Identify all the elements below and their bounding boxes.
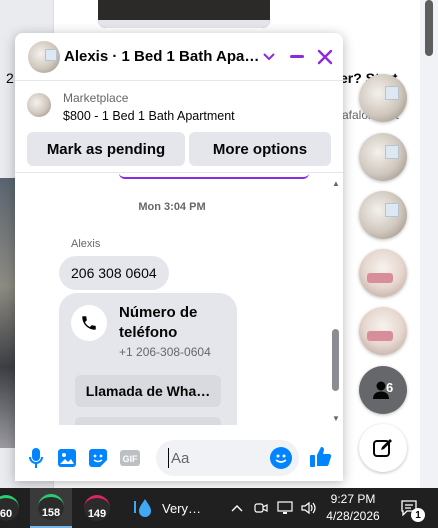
- phone-icon: [71, 305, 107, 341]
- listing-title[interactable]: $800 - 1 Bed 1 Bath Apartment: [63, 109, 235, 123]
- close-icon[interactable]: [313, 45, 337, 69]
- phone-card-title: Número de teléfono: [119, 304, 198, 341]
- chat-head-avatar[interactable]: [359, 133, 407, 181]
- network-icon[interactable]: [276, 488, 294, 528]
- background-post-image[interactable]: [98, 0, 270, 28]
- notification-center-button[interactable]: 1: [394, 488, 425, 528]
- clock-time: 9:27 PM: [330, 492, 376, 506]
- sticker-icon[interactable]: [87, 447, 109, 469]
- gauge-value: 158: [41, 507, 61, 519]
- svg-text:GIF: GIF: [123, 454, 139, 464]
- message-timestamp: Mon 3:04 PM: [138, 201, 206, 213]
- thumbs-up-icon[interactable]: [309, 445, 333, 469]
- microphone-icon[interactable]: [25, 447, 47, 469]
- gif-icon[interactable]: GIF: [119, 447, 141, 469]
- previous-message-bubble-edge: [119, 173, 309, 179]
- whatsapp-call-button[interactable]: Llamada de Wha…: [75, 375, 221, 407]
- minimize-icon[interactable]: [285, 45, 309, 69]
- weather-widget[interactable]: Very…: [132, 488, 212, 528]
- chat-head-avatar[interactable]: [359, 307, 407, 355]
- chevron-down-icon[interactable]: [257, 45, 281, 69]
- chat-head-avatar[interactable]: [359, 74, 407, 122]
- message-composer: GIF: [15, 435, 343, 481]
- message-bubble[interactable]: 206 308 0604: [59, 256, 169, 290]
- message-input-wrap[interactable]: [156, 440, 299, 476]
- background-photo: [0, 178, 15, 448]
- photo-icon[interactable]: [56, 447, 78, 469]
- background-text-fragment: 2: [6, 70, 14, 86]
- phone-card-second-action[interactable]: [75, 417, 221, 425]
- more-chats-button[interactable]: 6: [359, 366, 407, 414]
- more-options-button[interactable]: More options: [189, 132, 331, 166]
- chat-avatar[interactable]: [28, 40, 60, 73]
- phone-number-card: Número de teléfono +1 206-308-0604 Llama…: [59, 293, 237, 425]
- page-scrollbar-thumb[interactable]: [425, 0, 433, 56]
- more-chats-count: 6: [386, 380, 394, 395]
- new-message-button[interactable]: [359, 424, 407, 472]
- weather-text: Very…: [162, 500, 202, 516]
- listing-source: Marketplace: [63, 91, 129, 105]
- phone-card-number: +1 206-308-0604: [119, 345, 211, 359]
- gauge-value: 60: [0, 508, 13, 520]
- message-list[interactable]: Mon 3:04 PM Alexis 206 308 0604 Número d…: [15, 173, 343, 425]
- mark-as-pending-button[interactable]: Mark as pending: [27, 132, 185, 166]
- page-scrollbar[interactable]: [420, 0, 438, 488]
- message-scrollbar[interactable]: ▲ ▼: [329, 173, 343, 425]
- notification-count-badge: 1: [411, 508, 425, 522]
- chat-header[interactable]: Alexis · 1 Bed 1 Bath Apartment: [15, 33, 343, 81]
- clock-date: 4/28/2026: [326, 509, 380, 523]
- gauge-value: 149: [87, 508, 107, 520]
- message-input[interactable]: [168, 448, 264, 468]
- listing-thumbnail[interactable]: [27, 93, 51, 117]
- message-scrollbar-thumb[interactable]: [332, 329, 339, 391]
- taskbar-app-gauge[interactable]: 149: [76, 488, 118, 528]
- rain-drop-icon: [134, 499, 151, 517]
- chat-head-avatar[interactable]: [359, 249, 407, 297]
- chat-window: Alexis · 1 Bed 1 Bath Apartment Marketpl…: [15, 33, 343, 481]
- chat-head-avatar[interactable]: [359, 191, 407, 239]
- taskbar-app-gauge[interactable]: 60: [0, 488, 22, 528]
- compose-icon: [373, 439, 392, 457]
- scroll-up-arrow[interactable]: ▲: [332, 179, 340, 188]
- volume-icon[interactable]: [300, 488, 318, 528]
- marketplace-listing-bar: Marketplace $800 - 1 Bed 1 Bath Apartmen…: [15, 81, 343, 173]
- system-clock[interactable]: 9:27 PM 4/28/2026: [325, 491, 381, 525]
- taskbar-app-gauge[interactable]: 158: [30, 488, 72, 528]
- emoji-icon[interactable]: [270, 447, 292, 469]
- scroll-down-arrow[interactable]: ▼: [332, 414, 340, 423]
- windows-taskbar: 60 158 149 Very… 9:27 PM 4/28/2026 1: [0, 488, 438, 528]
- chevron-up-icon[interactable]: [228, 488, 246, 528]
- sender-name: Alexis: [71, 238, 101, 250]
- chat-title[interactable]: Alexis · 1 Bed 1 Bath Apartment: [64, 48, 260, 65]
- meet-now-icon[interactable]: [252, 488, 270, 528]
